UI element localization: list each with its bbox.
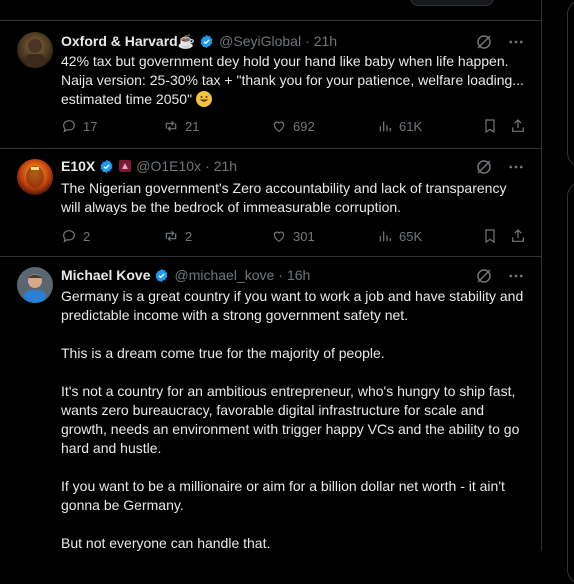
views-button[interactable]: 61K — [377, 118, 422, 134]
separator-dot: · — [305, 33, 310, 49]
tweet-body: 42% tax but government dey hold your han… — [61, 53, 524, 107]
top-button-edge[interactable] — [410, 0, 494, 6]
reply-count: 2 — [83, 228, 91, 244]
avatar[interactable] — [17, 267, 53, 303]
more-options-icon[interactable] — [507, 33, 525, 51]
timestamp[interactable]: 21h — [214, 158, 237, 174]
timeline-feed: Oxford & Harvard☕ @SeyiGlobal · 21h 42% … — [0, 0, 542, 551]
display-name[interactable]: E10X — [61, 158, 95, 174]
like-count: 301 — [293, 228, 315, 244]
like-button[interactable]: 301 — [271, 228, 315, 244]
repost-count: 21 — [185, 118, 200, 134]
sidebar-card-edge — [567, 182, 574, 584]
tweet-top-actions — [475, 267, 525, 285]
handle[interactable]: @michael_kove — [174, 267, 274, 283]
handle[interactable]: @SeyiGlobal — [219, 33, 301, 49]
tweet-card[interactable]: Oxford & Harvard☕ @SeyiGlobal · 21h 42% … — [0, 21, 541, 149]
tweet-paragraph: But not everyone can handle that. — [61, 535, 271, 551]
heart-icon — [273, 121, 285, 133]
separator-dot: · — [278, 267, 283, 283]
share-icon — [512, 119, 524, 132]
bookmark-icon — [485, 229, 495, 244]
tweet-text: 42% tax but government dey hold your han… — [61, 52, 526, 109]
tweet-top-actions — [475, 158, 525, 176]
tweet-header: E10X @O1E10x · 21h — [61, 156, 237, 176]
grinning-sweat-emoji-icon — [195, 91, 212, 107]
tweet-actions: 17 21 692 61K — [61, 116, 526, 136]
more-options-icon[interactable] — [507, 267, 525, 285]
timestamp[interactable]: 21h — [314, 33, 337, 49]
grok-icon[interactable] — [475, 267, 493, 285]
repost-button[interactable]: 2 — [163, 228, 192, 244]
sidebar-card-edge — [567, 0, 574, 167]
tweet-card[interactable]: E10X @O1E10x · 21h The Nigerian governme… — [0, 149, 541, 257]
grok-icon[interactable] — [475, 158, 493, 176]
avatar[interactable] — [17, 32, 53, 68]
verified-badge-icon — [200, 34, 213, 48]
repost-button[interactable]: 21 — [163, 118, 199, 134]
grok-icon[interactable] — [475, 33, 493, 51]
reply-button[interactable]: 17 — [61, 118, 97, 134]
tweet-top-actions — [475, 33, 525, 51]
avatar[interactable] — [17, 159, 53, 195]
affiliate-badge-icon[interactable] — [119, 160, 132, 172]
bookmark-icon — [485, 119, 495, 134]
tweet-text: Germany is a great country if you want t… — [61, 287, 526, 553]
views-chart-icon — [379, 121, 391, 132]
tweet-card[interactable]: Michael Kove @michael_kove · 16h Germany… — [0, 257, 541, 557]
reply-icon — [63, 120, 75, 133]
previous-tweet-edge — [0, 0, 541, 21]
repost-count: 2 — [185, 228, 193, 244]
handle[interactable]: @O1E10x — [136, 158, 201, 174]
reply-icon — [63, 230, 75, 243]
views-chart-icon — [379, 231, 391, 242]
display-name[interactable]: Michael Kove — [61, 267, 150, 283]
separator-dot: · — [205, 158, 210, 174]
tweet-body: The Nigerian government's Zero accountab… — [61, 180, 507, 215]
heart-icon — [273, 231, 285, 243]
views-count: 61K — [399, 118, 423, 134]
views-button[interactable]: 65K — [377, 228, 422, 244]
share-button[interactable] — [510, 118, 526, 134]
tweet-paragraph: It's not a country for an ambitious entr… — [61, 383, 520, 456]
reply-button[interactable]: 2 — [61, 228, 90, 244]
more-options-icon[interactable] — [507, 158, 525, 176]
verified-badge-icon — [156, 268, 168, 282]
tweet-paragraph: Germany is a great country if you want t… — [61, 288, 524, 323]
reply-count: 17 — [83, 118, 98, 134]
bookmark-button[interactable] — [482, 118, 498, 134]
share-button[interactable] — [510, 228, 526, 244]
tweet-header: Oxford & Harvard☕ @SeyiGlobal · 21h — [61, 31, 337, 51]
repost-icon — [165, 230, 177, 242]
views-count: 65K — [399, 228, 423, 244]
tweet-paragraph: This is a dream come true for the majori… — [61, 345, 385, 361]
tweet-text: The Nigerian government's Zero accountab… — [61, 179, 526, 217]
timestamp[interactable]: 16h — [287, 267, 310, 283]
tweet-header: Michael Kove @michael_kove · 16h — [61, 265, 310, 285]
tweet-paragraph: If you want to be a millionaire or aim f… — [61, 478, 505, 513]
repost-icon — [165, 120, 177, 132]
bookmark-button[interactable] — [482, 228, 498, 244]
like-count: 692 — [293, 118, 315, 134]
share-icon — [512, 229, 524, 242]
tweet-actions: 2 2 301 65K — [61, 226, 526, 246]
display-name[interactable]: Oxford & Harvard☕ — [61, 33, 195, 50]
like-button[interactable]: 692 — [271, 118, 315, 134]
verified-badge-icon — [100, 159, 113, 173]
